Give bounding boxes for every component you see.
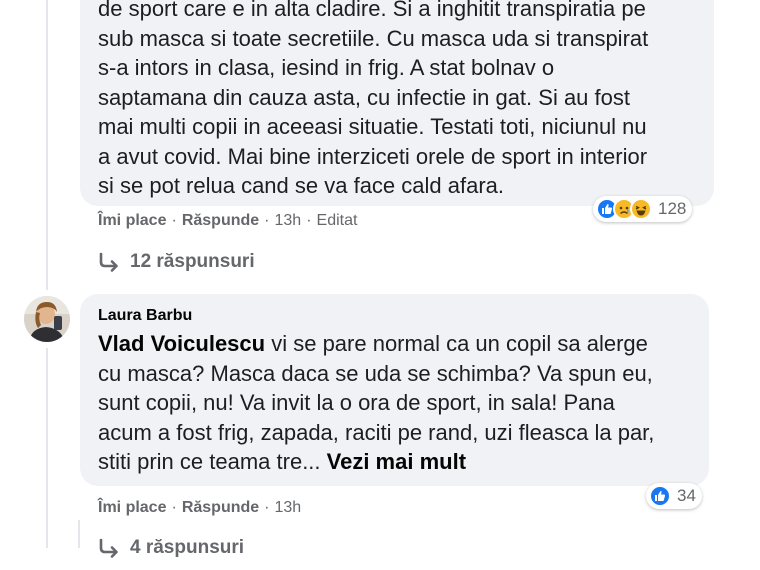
reaction-summary[interactable]: 128 (593, 196, 693, 222)
mention-link[interactable]: Vlad Voiculescu (98, 331, 265, 356)
reaction-count: 34 (677, 486, 696, 505)
thread-line (46, 0, 48, 248)
reaction-count: 128 (658, 199, 687, 218)
see-more-link[interactable]: Vezi mai mult (327, 449, 466, 474)
view-replies-link[interactable]: 12 răspunsuri (98, 251, 255, 273)
comment-actions: Îmi place · Răspunde · 13h · Editat (98, 212, 357, 230)
reply-arrow-icon (99, 538, 118, 558)
reply-button[interactable]: Răspunde (182, 499, 259, 517)
reaction-summary[interactable]: 34 (646, 483, 702, 509)
comment-text: Vlad Voiculescu vi se pare normal ca un … (98, 331, 655, 474)
timestamp[interactable]: 13h (274, 212, 301, 230)
comment-actions: Îmi place · Răspunde · 13h (98, 499, 301, 517)
avatar[interactable] (24, 296, 70, 342)
edited-label: Editat (316, 212, 358, 229)
comment-text: de sport care e in alta cladire. Si a in… (98, 0, 649, 198)
view-replies-link[interactable]: 4 răspunsuri (98, 537, 244, 559)
timestamp[interactable]: 13h (274, 499, 301, 517)
like-button[interactable]: Îmi place (98, 499, 166, 517)
thread-line (46, 248, 48, 290)
reply-button[interactable]: Răspunde (182, 212, 259, 230)
comment-bubble: Laura Barbu Vlad Voiculescu vi se pare n… (80, 294, 709, 486)
separator-dot: · (171, 212, 177, 229)
separator-dot: · (264, 212, 270, 229)
reply-arrow-icon (99, 252, 118, 272)
separator-dot: · (306, 212, 312, 229)
like-icon (649, 485, 671, 507)
thread-line (78, 520, 80, 548)
like-button[interactable]: Îmi place (98, 212, 166, 230)
replies-count: 12 răspunsuri (130, 251, 255, 272)
separator-dot: · (171, 499, 177, 516)
comment-bubble: de sport care e in alta cladire. Si a in… (80, 0, 714, 206)
haha-icon (630, 198, 652, 220)
separator-dot: · (264, 499, 270, 516)
thread-line (46, 348, 48, 548)
replies-count: 4 răspunsuri (130, 537, 245, 558)
comment-author[interactable]: Laura Barbu (98, 307, 709, 325)
